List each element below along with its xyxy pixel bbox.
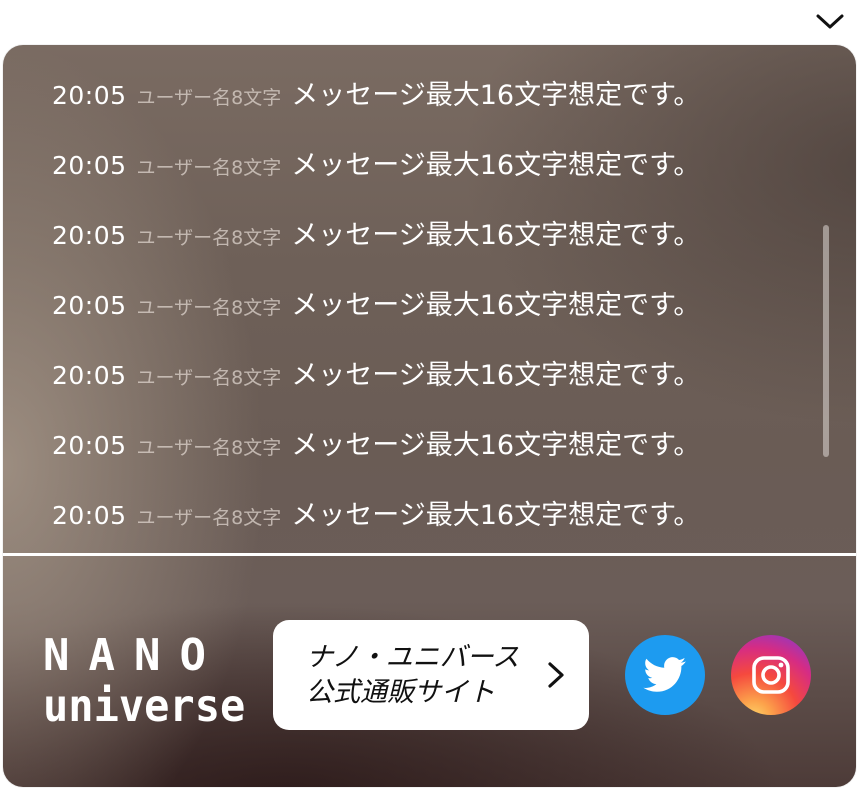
message-username: ユーザー名8文字 xyxy=(136,87,282,109)
message-username: ユーザー名8文字 xyxy=(136,227,282,249)
message-time: 20:05 xyxy=(52,361,127,390)
instagram-button[interactable] xyxy=(731,635,811,715)
chevron-right-icon xyxy=(548,662,564,688)
message-text: メッセージ最大16文字想定です。 xyxy=(291,360,701,391)
shop-button-line-2: 公式通販サイト xyxy=(306,677,495,708)
message-text: メッセージ最大16文字想定です。 xyxy=(291,220,701,251)
message-text: メッセージ最大16文字想定です。 xyxy=(291,500,701,531)
message-username: ユーザー名8文字 xyxy=(136,297,282,319)
message-time: 20:05 xyxy=(52,291,127,320)
message-time: 20:05 xyxy=(52,221,127,250)
chevron-down-icon xyxy=(816,14,844,29)
message-username: ユーザー名8文字 xyxy=(136,367,282,389)
message-time: 20:05 xyxy=(52,501,127,530)
chat-message-list[interactable]: 20:05 ユーザー名8文字 メッセージ最大16文字想定です。 20:05 ユー… xyxy=(3,45,856,553)
twitter-button[interactable] xyxy=(625,635,705,715)
brand-logo: NANO universe xyxy=(43,630,246,732)
logo-line-2: universe xyxy=(43,679,246,732)
message-time: 20:05 xyxy=(52,431,127,460)
footer: NANO universe ナノ・ユニバース 公式通販サイト xyxy=(3,556,856,787)
chat-message: 20:05 ユーザー名8文字 メッセージ最大16文字想定です。 xyxy=(52,283,700,323)
chat-panel: 20:05 ユーザー名8文字 メッセージ最大16文字想定です。 20:05 ユー… xyxy=(3,45,856,787)
message-text: メッセージ最大16文字想定です。 xyxy=(291,290,701,321)
logo-line-1: NANO xyxy=(43,630,225,681)
message-time: 20:05 xyxy=(52,151,127,180)
message-text: メッセージ最大16文字想定です。 xyxy=(291,80,701,111)
message-text: メッセージ最大16文字想定です。 xyxy=(291,150,701,181)
shop-button-line-1: ナノ・ユニバース xyxy=(306,642,520,673)
shop-button-label: ナノ・ユニバース 公式通販サイト xyxy=(306,640,519,710)
message-username: ユーザー名8文字 xyxy=(136,507,282,529)
message-username: ユーザー名8文字 xyxy=(136,157,282,179)
instagram-camera-icon xyxy=(752,656,790,694)
chat-message: 20:05 ユーザー名8文字 メッセージ最大16文字想定です。 xyxy=(52,353,700,393)
chat-message: 20:05 ユーザー名8文字 メッセージ最大16文字想定です。 xyxy=(52,493,700,533)
chat-message: 20:05 ユーザー名8文字 メッセージ最大16文字想定です。 xyxy=(52,213,700,253)
message-time: 20:05 xyxy=(52,81,127,110)
message-text: メッセージ最大16文字想定です。 xyxy=(291,430,701,461)
chat-scrollbar[interactable] xyxy=(823,225,829,457)
chat-message: 20:05 ユーザー名8文字 メッセージ最大16文字想定です。 xyxy=(52,73,700,113)
message-username: ユーザー名8文字 xyxy=(136,437,282,459)
official-shop-button[interactable]: ナノ・ユニバース 公式通販サイト xyxy=(273,620,589,730)
chat-message: 20:05 ユーザー名8文字 メッセージ最大16文字想定です。 xyxy=(52,423,700,463)
chat-message: 20:05 ユーザー名8文字 メッセージ最大16文字想定です。 xyxy=(52,143,700,183)
twitter-bird-icon xyxy=(643,657,686,692)
collapse-button[interactable] xyxy=(810,4,850,40)
